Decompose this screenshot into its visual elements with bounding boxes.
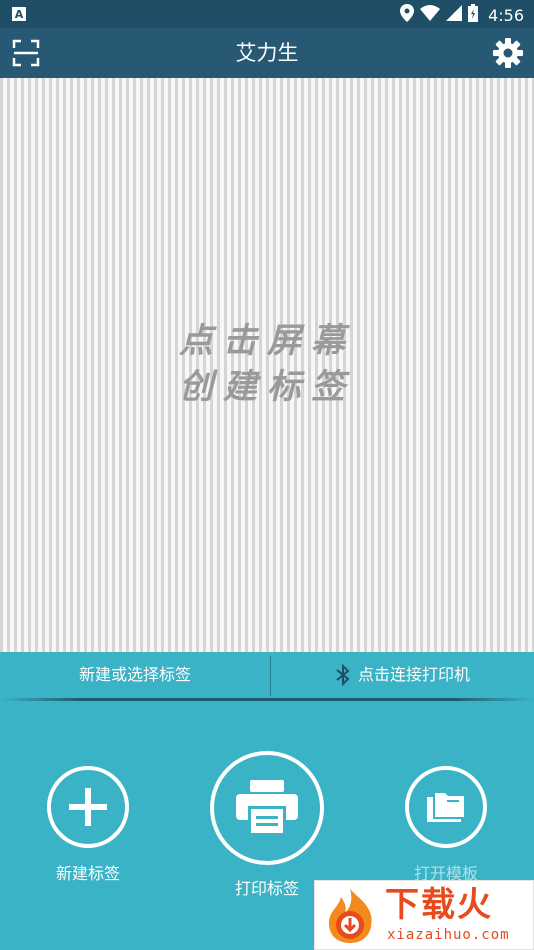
settings-button[interactable]	[492, 37, 524, 69]
toolbar-divider	[270, 656, 271, 696]
signal-icon	[446, 5, 463, 25]
status-bar: A 4:56	[0, 0, 534, 28]
new-or-select-label-button[interactable]: 新建或选择标签	[0, 652, 270, 698]
hint-line-2: 创建标签	[179, 367, 355, 407]
app-title: 艾力生	[235, 41, 299, 65]
svg-text:A: A	[15, 8, 24, 21]
folder-icon	[427, 793, 464, 822]
battery-icon	[468, 4, 479, 26]
new-label-action[interactable]: 新建标签	[38, 766, 138, 884]
new-label-text: 新建标签	[55, 864, 120, 883]
watermark-url: xiazaihuo.com	[387, 927, 510, 943]
canvas-hint: 点击屏幕 创建标签	[0, 318, 534, 410]
wifi-icon	[420, 5, 441, 25]
connect-printer-label: 点击连接打印机	[357, 665, 470, 684]
connect-printer-button[interactable]: 点击连接打印机	[272, 652, 534, 698]
toolbar-separator	[0, 698, 534, 701]
open-template-button[interactable]	[405, 766, 487, 848]
printer-icon	[236, 780, 298, 836]
app-bar: 艾力生	[0, 28, 534, 78]
status-time: 4:56	[488, 5, 524, 25]
print-label-text: 打印标签	[234, 879, 299, 898]
watermark: 下载火 xiazaihuo.com	[314, 880, 534, 950]
new-label-button[interactable]	[47, 766, 129, 848]
notification-icon: A	[12, 6, 26, 25]
hint-line-1: 点击屏幕	[179, 321, 355, 361]
plus-icon	[69, 788, 107, 826]
print-label-action[interactable]: 打印标签	[206, 751, 328, 899]
location-icon	[400, 4, 415, 26]
print-label-button[interactable]	[210, 751, 324, 865]
label-canvas[interactable]: 点击屏幕 创建标签	[0, 78, 534, 652]
watermark-title: 下载火	[385, 885, 493, 925]
flame-logo-icon	[329, 889, 372, 943]
gear-icon	[493, 38, 523, 68]
panel-toolbar: 新建或选择标签 点击连接打印机	[0, 652, 534, 698]
bluetooth-icon	[336, 664, 350, 686]
open-template-action[interactable]: 打开模板	[396, 766, 496, 884]
